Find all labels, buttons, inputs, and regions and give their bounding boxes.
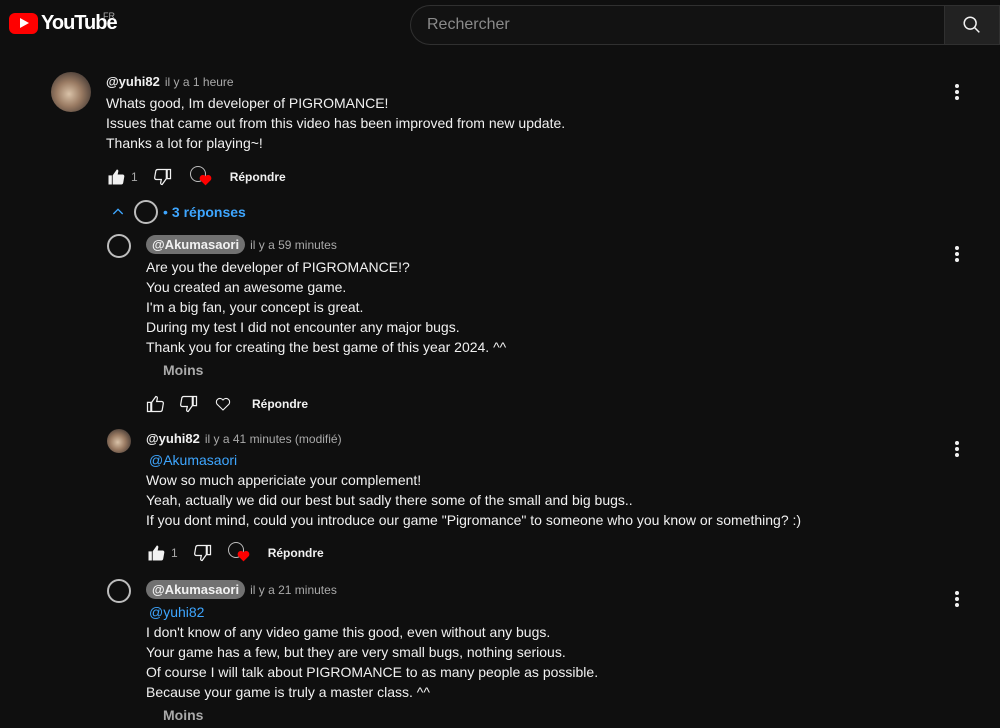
more-options-icon[interactable] [953,244,961,264]
comment-text: Whats good, Im developer of PIGROMANCE! … [106,93,565,153]
replier-avatar [134,200,158,224]
comment-author[interactable]: @yuhi82 [146,431,200,446]
comment-author[interactable]: @Akumasaori [146,580,246,599]
dislike-button[interactable] [178,393,200,415]
comment-author[interactable]: @Akumasaori [146,235,246,254]
search-button[interactable] [944,5,1000,45]
separator-dot: • [163,204,168,220]
comment-line: I'm a big fan, your concept is great. [146,299,364,315]
creator-heart [189,166,212,188]
comment-line: Yeah, actually we did our best but sadly… [146,492,633,508]
dislike-button[interactable] [192,542,214,564]
comment-header: @yuhi82 il y a 1 heure [106,74,234,89]
mention-link[interactable]: @Akumasaori [146,450,801,470]
comment-line: If you dont mind, could you introduce ou… [146,512,802,528]
reply-button[interactable]: Répondre [230,170,286,184]
mention-text: @yuhi82 [149,604,205,620]
more-options-icon[interactable] [953,589,961,609]
show-less-button[interactable]: Moins [163,707,203,723]
comment-actions: Répondre [144,393,308,415]
like-button[interactable] [105,166,127,188]
heart-outline-icon [215,397,231,411]
thumbs-up-filled-icon [108,169,125,185]
avatar[interactable] [107,579,131,603]
like-button[interactable] [144,393,166,415]
avatar[interactable] [107,429,131,453]
comment-line: Because your game is truly a master clas… [146,684,430,700]
comment-line: Of course I will talk about PIGROMANCE t… [146,664,599,680]
comment-header: @yuhi82 il y a 41 minutes (modifié) [146,431,342,446]
heart-icon [237,550,250,562]
comment-text: @Akumasaori Wow so much appericiate your… [146,450,801,530]
dislike-button[interactable] [152,166,174,188]
show-less-button[interactable]: Moins [163,362,203,378]
youtube-logo[interactable]: YouTube [9,12,118,35]
comment-time[interactable]: il y a 21 minutes [250,583,337,597]
mention-link[interactable]: @yuhi82 [146,602,598,622]
masthead: YouTube FR [0,0,1000,56]
like-button[interactable] [145,542,167,564]
youtube-play-icon [9,13,38,34]
heart-button[interactable] [212,393,234,415]
mention-text: @Akumasaori [149,452,238,468]
more-options-icon[interactable] [953,82,961,102]
comment-actions: 1 Répondre [105,166,286,188]
comment-line: Are you the developer of PIGROMANCE!? [146,259,410,275]
thumbs-up-filled-icon [148,545,165,561]
comment-time[interactable]: il y a 1 heure [165,75,234,89]
avatar[interactable] [51,72,91,112]
comment-line: Thank you for creating the best game of … [146,339,507,355]
comment-line: Whats good, Im developer of PIGROMANCE! [106,95,389,111]
region-code: FR [103,11,115,21]
thumbs-down-icon [153,168,171,186]
chevron-up-icon [112,208,124,215]
search-box [410,5,1000,45]
comment-time[interactable]: il y a 41 minutes (modifié) [205,432,342,446]
comment-line: Issues that came out from this video has… [106,115,566,131]
avatar[interactable] [107,234,131,258]
comment-line: I don't know of any video game this good… [146,624,551,640]
comment-line: During my test I did not encounter any m… [146,319,460,335]
search-icon [963,16,980,33]
like-count: 1 [171,546,178,560]
comment-line: Your game has a few, but they are very s… [146,644,566,660]
comment-actions: 1 Répondre [145,542,324,564]
more-options-icon[interactable] [953,439,961,459]
reply-button[interactable]: Répondre [268,546,324,560]
comment-header: @Akumasaori il y a 59 minutes [146,235,337,254]
comment-line: Wow so much appericiate your complement! [146,472,422,488]
thumbs-down-icon [180,395,198,413]
replies-count: 3 réponses [171,204,246,220]
like-count: 1 [131,170,138,184]
replies-toggle[interactable]: • 3 réponses [110,200,246,224]
comment-line: You created an awesome game. [146,279,347,295]
comment-text: Are you the developer of PIGROMANCE!? Yo… [146,257,506,357]
comment-text: @yuhi82 I don't know of any video game t… [146,602,598,702]
comment-author[interactable]: @yuhi82 [106,74,160,89]
reply-button[interactable]: Répondre [252,397,308,411]
thumbs-down-icon [193,544,211,562]
creator-heart [227,542,250,564]
heart-icon [199,174,212,186]
thumbs-up-icon [146,395,164,413]
comment-time[interactable]: il y a 59 minutes [250,238,337,252]
search-input[interactable] [410,5,944,45]
comment-line: Thanks a lot for playing~! [106,135,263,151]
comment-header: @Akumasaori il y a 21 minutes [146,580,337,599]
